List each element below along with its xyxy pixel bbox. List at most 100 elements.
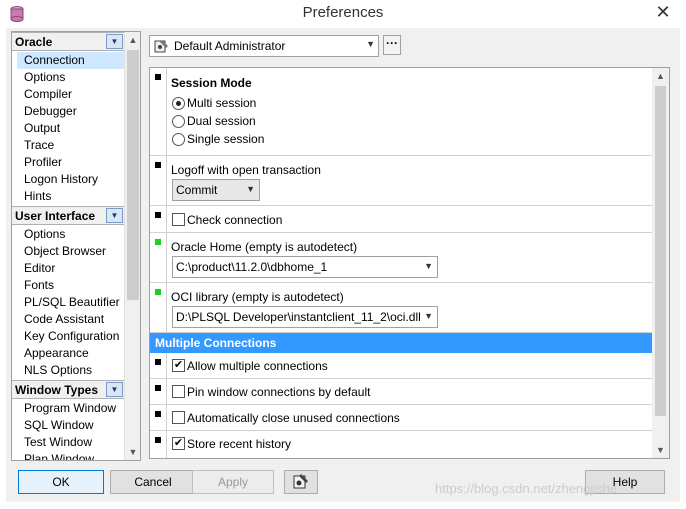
nav-item-debugger[interactable]: Debugger (23, 103, 123, 120)
title-bar: Preferences ✕ (0, 0, 686, 28)
section-marker (155, 212, 161, 218)
checkbox-label: Allow multiple connections (187, 359, 328, 373)
profile-value: Default Administrator (174, 39, 286, 53)
radio-single-session[interactable] (172, 133, 185, 146)
nav-item-logon-history[interactable]: Logon History (23, 171, 123, 188)
window-title: Preferences (302, 4, 384, 21)
oracle-home-label: Oracle Home (empty is autodetect) (171, 240, 358, 254)
nav-item-output[interactable]: Output (23, 120, 123, 137)
nav-item-test-window[interactable]: Test Window (23, 434, 123, 451)
nav-item-profiler[interactable]: Profiler (23, 154, 123, 171)
auto-close-checkbox[interactable] (172, 411, 185, 424)
group-window-types[interactable]: Window Types ▼ (12, 380, 125, 399)
logoff-value: Commit (176, 183, 218, 197)
section-marker (155, 239, 161, 245)
check-connection-checkbox[interactable] (172, 213, 185, 226)
group-label: Oracle (15, 35, 53, 49)
oci-library-select[interactable]: D:\PLSQL Developer\instantclient_11_2\oc… (172, 306, 438, 328)
oracle-home-select[interactable]: C:\product\11.2.0\dbhome_1 ▼ (172, 256, 438, 278)
oracle-home-value: C:\product\11.2.0\dbhome_1 (176, 260, 328, 274)
nav-item-ui-options[interactable]: Options (23, 226, 123, 243)
apply-button[interactable]: Apply (192, 470, 274, 494)
profile-select[interactable]: Default Administrator ▼ (149, 35, 379, 57)
chevron-down-icon[interactable]: ▼ (106, 34, 123, 49)
logoff-label: Logoff with open transaction (171, 163, 321, 177)
nav-item-code-assistant[interactable]: Code Assistant (23, 311, 123, 328)
scroll-up-icon[interactable]: ▲ (125, 32, 140, 48)
chevron-down-icon: ▼ (424, 311, 433, 321)
category-list: Oracle ▼ Connection Options Compiler Deb… (11, 31, 141, 461)
section-marker (155, 411, 161, 417)
multiple-connections-header: Multiple Connections (150, 333, 653, 353)
nav-item-trace[interactable]: Trace (23, 137, 123, 154)
section-marker (155, 385, 161, 391)
nav-item-nls-options[interactable]: NLS Options (23, 362, 123, 379)
chevron-down-icon: ▼ (246, 184, 255, 194)
settings-scrollbar[interactable]: ▲ ▼ (652, 68, 669, 458)
nav-item-appearance[interactable]: Appearance (23, 345, 123, 362)
group-label: User Interface (15, 209, 96, 223)
section-marker (155, 74, 161, 80)
close-button[interactable]: ✕ (640, 0, 686, 24)
section-marker (155, 162, 161, 168)
nav-item-editor[interactable]: Editor (23, 260, 123, 277)
logoff-section: Logoff with open transaction Commit ▼ (150, 156, 653, 206)
checkbox-label: Pin window connections by default (187, 385, 371, 399)
nav-item-options[interactable]: Options (23, 69, 123, 86)
watermark: https://blog.csdn.net/zhengjishe (435, 481, 618, 496)
radio-label: Dual session (187, 114, 256, 128)
section-marker (155, 289, 161, 295)
store-recent-checkbox[interactable]: ✔ (172, 437, 185, 450)
settings-panel: Session Mode Multi session Dual session … (149, 67, 670, 459)
oci-library-label: OCI library (empty is autodetect) (171, 290, 344, 304)
allow-multiple-checkbox[interactable]: ✔ (172, 359, 185, 372)
more-button[interactable]: ··· (383, 35, 401, 55)
session-mode-section: Session Mode Multi session Dual session … (150, 68, 653, 156)
nav-item-key-configuration[interactable]: Key Configuration (23, 328, 123, 345)
store-recent-section: ✔ Store recent history (150, 431, 653, 458)
nav-item-plan-window[interactable]: Plan Window (23, 451, 123, 460)
session-mode-label: Session Mode (171, 76, 252, 90)
scroll-down-icon[interactable]: ▼ (652, 442, 669, 458)
section-marker (155, 437, 161, 443)
radio-label: Multi session (187, 96, 257, 110)
pin-window-section: Pin window connections by default (150, 379, 653, 405)
scroll-up-icon[interactable]: ▲ (652, 68, 669, 84)
nav-item-compiler[interactable]: Compiler (23, 86, 123, 103)
nav-item-fonts[interactable]: Fonts (23, 277, 123, 294)
nav-item-program-window[interactable]: Program Window (23, 400, 123, 417)
scroll-down-icon[interactable]: ▼ (125, 444, 140, 460)
chevron-down-icon: ▼ (366, 39, 375, 49)
chevron-down-icon[interactable]: ▼ (106, 208, 123, 223)
checkbox-label: Store recent history (187, 437, 292, 451)
nav-item-plsql-beautifier[interactable]: PL/SQL Beautifier (23, 294, 123, 311)
group-oracle[interactable]: Oracle ▼ (12, 32, 125, 51)
radio-dual-session[interactable] (172, 115, 185, 128)
tools-button[interactable] (284, 470, 318, 494)
checkbox-label: Automatically close unused connections (187, 411, 400, 425)
oci-library-section: OCI library (empty is autodetect) D:\PLS… (150, 283, 653, 333)
user-tools-icon (154, 40, 168, 53)
group-label: Window Types (15, 383, 99, 397)
nav-item-connection[interactable]: Connection (17, 52, 125, 69)
chevron-down-icon[interactable]: ▼ (106, 382, 123, 397)
nav-item-hints[interactable]: Hints (23, 188, 123, 205)
radio-multi-session[interactable] (172, 97, 185, 110)
oracle-home-section: Oracle Home (empty is autodetect) C:\pro… (150, 233, 653, 283)
ok-button[interactable]: OK (18, 470, 104, 494)
pin-window-checkbox[interactable] (172, 385, 185, 398)
checkbox-label: Check connection (187, 213, 283, 227)
logoff-select[interactable]: Commit ▼ (172, 179, 260, 201)
dialog-body: Oracle ▼ Connection Options Compiler Deb… (6, 28, 680, 502)
nav-item-object-browser[interactable]: Object Browser (23, 243, 123, 260)
radio-label: Single session (187, 132, 265, 146)
nav-scrollbar[interactable]: ▲ ▼ (124, 32, 140, 460)
auto-close-section: Automatically close unused connections (150, 405, 653, 431)
scroll-thumb[interactable] (655, 86, 666, 416)
nav-item-sql-window[interactable]: SQL Window (23, 417, 123, 434)
oci-library-value: D:\PLSQL Developer\instantclient_11_2\oc… (176, 310, 421, 324)
group-user-interface[interactable]: User Interface ▼ (12, 206, 125, 225)
scroll-thumb[interactable] (127, 50, 139, 300)
chevron-down-icon: ▼ (424, 261, 433, 271)
cancel-button[interactable]: Cancel (110, 470, 196, 494)
